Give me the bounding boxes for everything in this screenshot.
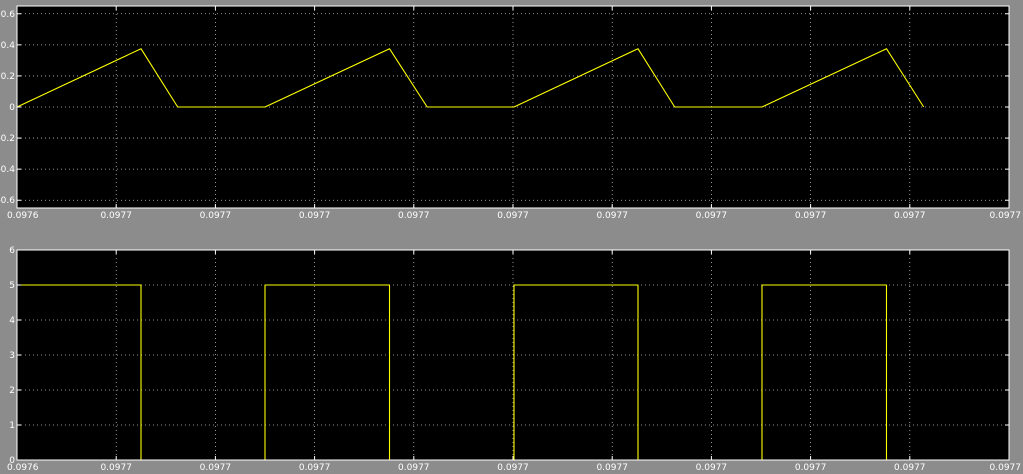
x-tick-label: 0.0977 xyxy=(497,463,529,473)
y-tick-label: 0.6 xyxy=(1,10,16,20)
x-tick-label: 0.0977 xyxy=(990,463,1022,473)
x-tick-label: 0.0977 xyxy=(696,211,728,221)
y-tick-label: 6 xyxy=(9,246,15,256)
x-tick-label: 0.0977 xyxy=(894,211,926,221)
plot-top: -0.6 -0.4 -0.2 0 0.2 0.4 0.6 0.0976 0.0977 0.0977… xyxy=(0,5,1022,221)
x-tick-label: 0.0977 xyxy=(200,463,232,473)
y-tick-label: -0.4 xyxy=(0,165,15,175)
x-tick-label: 0.0977 xyxy=(497,211,529,221)
x-tick-label: 0.0977 xyxy=(398,463,430,473)
x-tick-label: 0.0977 xyxy=(299,211,331,221)
x-tick-label: 0.0977 xyxy=(696,463,728,473)
x-tick-label: 0.0977 xyxy=(596,463,628,473)
plot-bottom: 01234560.0976 0.0977 0.0977 0.0977 0.0977 0.0… xyxy=(7,246,1021,473)
x-tick-label: 0.0977 xyxy=(990,211,1022,221)
y-tick-label: 0 xyxy=(9,103,15,113)
y-tick-label: 0.4 xyxy=(1,41,16,51)
x-tick-label: 0.0977 xyxy=(299,463,331,473)
x-tick-label: 0.0977 xyxy=(795,211,827,221)
x-tick-label: 0.0977 xyxy=(894,463,926,473)
y-tick-label: 0.2 xyxy=(1,72,15,82)
x-tick-label: 0.0976 xyxy=(7,463,39,473)
y-tick-label: 5 xyxy=(9,281,15,291)
x-tick-label: 0.0977 xyxy=(795,463,827,473)
y-tick-label: -0.6 xyxy=(0,196,15,206)
y-tick-label: -0.2 xyxy=(0,134,15,144)
x-tick-label: 0.0977 xyxy=(100,463,132,473)
x-tick-label: 0.0977 xyxy=(398,211,430,221)
scope-window: -0.6 -0.4 -0.2 0 0.2 0.4 0.6 0.0976 0.0977 0.0977… xyxy=(0,5,1022,473)
x-tick-label: 0.0976 xyxy=(7,211,39,221)
x-tick-label: 0.0977 xyxy=(100,211,132,221)
y-tick-label: 3 xyxy=(9,351,15,361)
y-tick-label: 4 xyxy=(9,316,15,326)
x-tick-label: 0.0977 xyxy=(200,211,232,221)
y-tick-label: 2 xyxy=(9,386,15,396)
y-tick-label: 1 xyxy=(9,421,15,431)
x-tick-label: 0.0977 xyxy=(596,211,628,221)
